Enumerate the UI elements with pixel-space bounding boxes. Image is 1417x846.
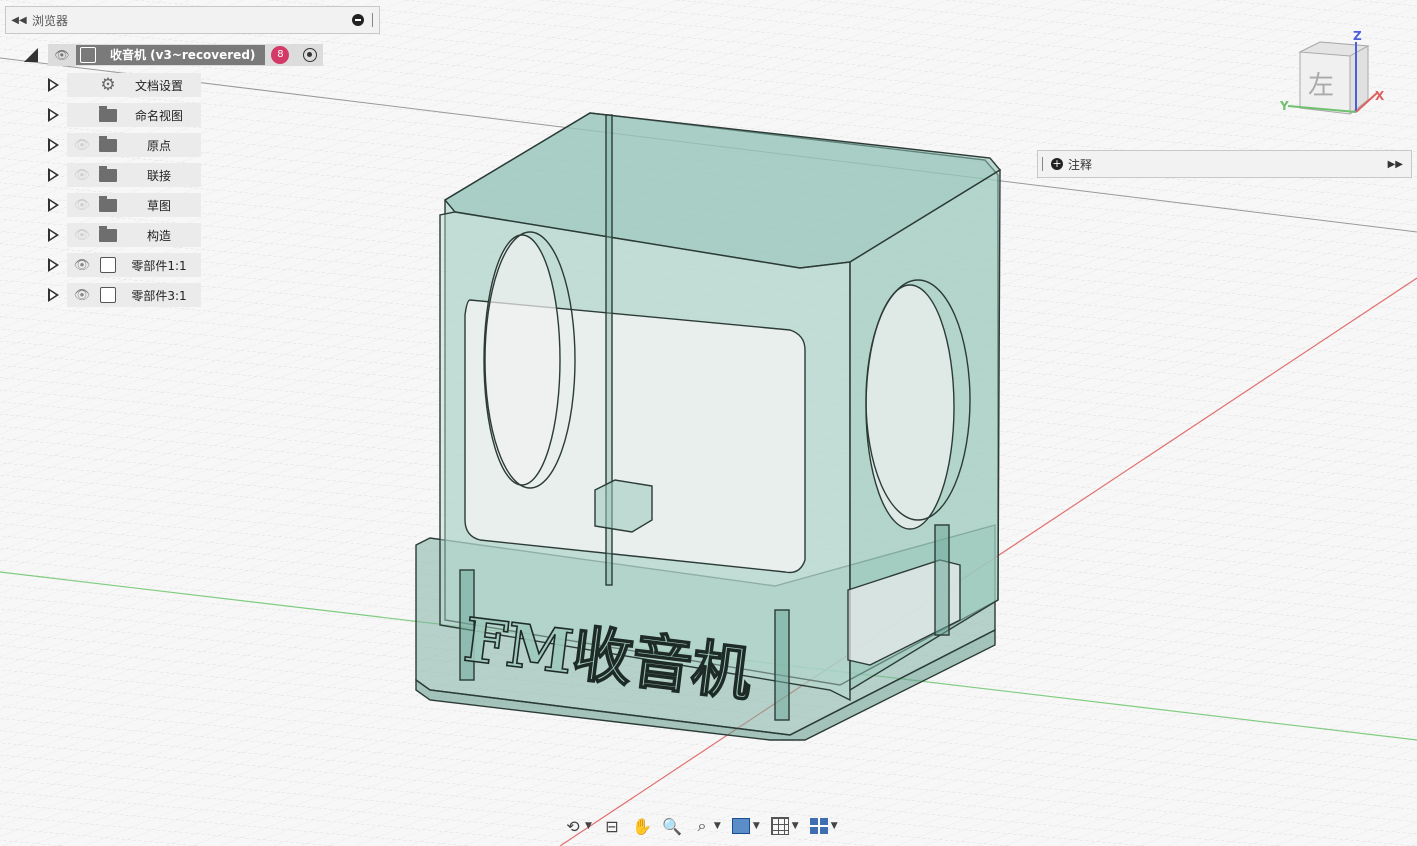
tree-item-box[interactable]: 命名视图 <box>67 103 201 127</box>
expand-arrow-icon[interactable] <box>48 198 59 212</box>
browser-tree-item[interactable]: 命名视图 <box>48 103 201 127</box>
activate-radio-icon[interactable] <box>303 48 318 62</box>
axis-y-label: Y <box>1279 99 1289 113</box>
orbit-button[interactable]: ⟲ ▼ <box>560 813 595 839</box>
expand-panel-icon[interactable]: ▶▶ <box>1388 159 1403 170</box>
visibility-eye-icon[interactable]: 👁 <box>67 288 97 303</box>
tree-item-label: 零部件3:1 <box>131 288 187 303</box>
hand-icon: ✋ <box>631 816 652 836</box>
browser-title: 浏览器 <box>32 13 69 28</box>
grid-icon <box>770 817 789 835</box>
browser-tree-item[interactable]: 👁 草图 <box>48 193 201 217</box>
minimize-panel-icon[interactable] <box>352 14 364 26</box>
pan-button[interactable]: ✋ <box>629 813 655 839</box>
collapse-tree-icon[interactable] <box>24 48 38 62</box>
grid-settings-button[interactable]: ▼ <box>767 813 802 839</box>
expand-arrow-icon[interactable] <box>48 168 59 182</box>
tree-item-label: 草图 <box>146 198 171 213</box>
root-component-name: 收音机 (v3~recovered) <box>110 48 256 62</box>
browser-tree-item[interactable]: ⚙ 文档设置 <box>48 73 201 97</box>
component-icon <box>97 257 119 273</box>
expand-arrow-icon[interactable] <box>48 288 59 302</box>
root-row[interactable]: 👁 收音机 (v3~recovered) 8 <box>48 44 324 66</box>
tree-item-box[interactable]: 👁 构造 <box>67 223 201 247</box>
tree-item-label: 构造 <box>146 228 171 243</box>
panel-grip[interactable] <box>372 13 375 27</box>
gear-icon: ⚙ <box>100 75 116 95</box>
expand-arrow-icon[interactable] <box>48 138 59 152</box>
visibility-eye-icon[interactable]: 👁 <box>67 258 97 273</box>
viewports-icon <box>809 818 828 834</box>
zoom-icon: 🔍 <box>661 816 682 836</box>
notes-panel-header: + 注释 ▶▶ <box>1037 150 1412 178</box>
visibility-eye-icon[interactable]: 👁 <box>67 138 97 153</box>
viewcube[interactable]: 左 Z X Y <box>1270 24 1390 124</box>
expand-arrow-icon[interactable] <box>48 78 59 92</box>
orbit-icon: ⟲ <box>566 816 580 836</box>
add-note-icon[interactable]: + <box>1051 158 1063 170</box>
canvas-viewport[interactable]: FM收音机 <box>0 0 1417 846</box>
navigation-toolbar: ⟲ ▼ ⊟ ✋ 🔍 ⌕ ▼ ▼ ▼ ▼ <box>560 812 841 840</box>
tree-item-box[interactable]: 👁 零部件1:1 <box>67 253 201 277</box>
fit-button[interactable]: ⌕ ▼ <box>689 813 724 839</box>
browser-tree-item[interactable]: 👁 零部件1:1 <box>48 253 201 277</box>
browser-root-node[interactable]: 👁 收音机 (v3~recovered) 8 <box>24 43 324 67</box>
folder-icon <box>97 105 119 122</box>
radio-model[interactable]: FM收音机 <box>415 112 1002 741</box>
component-icon <box>97 287 119 303</box>
browser-tree-item[interactable]: 👁 零部件3:1 <box>48 283 201 307</box>
browser-tree-item[interactable]: 👁 原点 <box>48 133 201 157</box>
zoom-button[interactable]: 🔍 <box>659 813 685 839</box>
notes-title: 注释 <box>1068 157 1093 172</box>
visibility-eye-icon[interactable]: 👁 <box>48 48 76 62</box>
browser-tree-item[interactable]: 👁 联接 <box>48 163 201 187</box>
look-at-button[interactable]: ⊟ <box>599 813 625 839</box>
expand-arrow-icon[interactable] <box>48 108 59 122</box>
axis-x-label: X <box>1375 89 1385 103</box>
folder-icon <box>97 195 119 212</box>
browser-tree-item[interactable]: 👁 构造 <box>48 223 201 247</box>
tree-item-box[interactable]: 👁 联接 <box>67 163 201 187</box>
folder-icon <box>97 225 119 242</box>
browser-panel-header: ◀◀ 浏览器 <box>5 6 380 34</box>
visibility-eye-icon[interactable]: 👁 <box>67 168 97 183</box>
display-settings-button[interactable]: ▼ <box>728 813 763 839</box>
tree-item-label: 零部件1:1 <box>131 258 187 273</box>
viewports-button[interactable]: ▼ <box>806 813 841 839</box>
tree-item-box[interactable]: 👁 零部件3:1 <box>67 283 201 307</box>
panel-grip[interactable] <box>1042 157 1045 171</box>
tree-item-box[interactable]: ⚙ 文档设置 <box>67 73 201 97</box>
expand-arrow-icon[interactable] <box>48 258 59 272</box>
tree-item-box[interactable]: 👁 原点 <box>67 133 201 157</box>
zoom-window-icon: ⌕ <box>697 816 707 835</box>
expand-arrow-icon[interactable] <box>48 228 59 242</box>
document-icon <box>80 47 96 63</box>
tree-item-label: 原点 <box>146 138 171 153</box>
folder-icon <box>97 165 119 182</box>
version-badge: 8 <box>271 46 290 64</box>
tree-item-label: 命名视图 <box>134 108 183 123</box>
axis-z-label: Z <box>1353 29 1362 43</box>
tree-item-box[interactable]: 👁 草图 <box>67 193 201 217</box>
display-icon <box>731 818 750 834</box>
visibility-eye-icon[interactable]: 👁 <box>67 198 97 213</box>
root-component[interactable]: 收音机 (v3~recovered) <box>76 45 266 65</box>
tree-item-label: 文档设置 <box>134 78 183 93</box>
tree-item-label: 联接 <box>146 168 171 183</box>
viewcube-face-label[interactable]: 左 <box>1308 71 1334 101</box>
look-at-icon: ⊟ <box>605 816 619 836</box>
collapse-panel-icon[interactable]: ◀◀ <box>6 15 32 26</box>
visibility-eye-icon[interactable]: 👁 <box>67 228 97 243</box>
folder-icon <box>97 135 119 152</box>
